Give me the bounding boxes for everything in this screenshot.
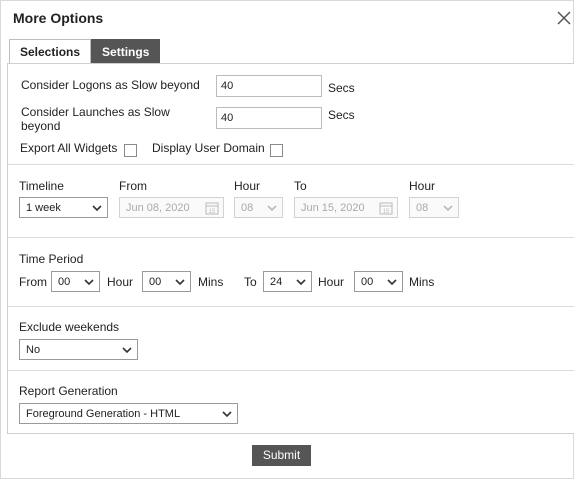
- tab-settings[interactable]: Settings: [91, 39, 161, 64]
- timeline-select[interactable]: 1 week: [19, 197, 108, 218]
- dialog-title: More Options: [13, 10, 104, 26]
- chevron-down-icon: [122, 347, 132, 354]
- period-mins-label-2: Mins: [409, 275, 435, 289]
- divider: [8, 237, 574, 238]
- chevron-down-icon: [222, 411, 232, 418]
- period-to-label: To: [244, 275, 257, 289]
- exclude-weekends-select[interactable]: No: [19, 339, 138, 360]
- period-from-hour-select[interactable]: 00: [51, 271, 100, 292]
- report-generation-label: Report Generation: [19, 384, 118, 398]
- period-to-mins-value: 00: [361, 276, 374, 288]
- calendar-day: 15: [209, 209, 216, 215]
- to-date-picker[interactable]: Jun 15, 2020 15: [294, 197, 398, 218]
- from-hour-label: Hour: [234, 179, 261, 193]
- to-hour-label: Hour: [409, 179, 436, 193]
- to-date-value: Jun 15, 2020: [301, 202, 365, 214]
- to-hour-value: 08: [416, 202, 429, 214]
- chevron-down-icon: [175, 279, 185, 286]
- from-hour-select[interactable]: 08: [234, 197, 283, 218]
- tab-bar: Selections Settings: [9, 39, 161, 64]
- calendar-icon[interactable]: 15: [379, 201, 393, 215]
- chevron-down-icon: [387, 279, 397, 286]
- period-mins-label: Mins: [198, 275, 224, 289]
- calendar-day: 15: [383, 209, 390, 215]
- chevron-down-icon: [92, 205, 102, 212]
- exclude-weekends-label: Exclude weekends: [19, 320, 120, 334]
- chevron-down-icon: [267, 205, 277, 212]
- calendar-icon[interactable]: 15: [205, 201, 219, 215]
- chevron-down-icon: [443, 205, 453, 212]
- chevron-down-icon: [296, 279, 306, 286]
- period-from-label: From: [19, 275, 47, 289]
- divider: [8, 306, 574, 307]
- display-domain-label: Display User Domain: [152, 141, 265, 155]
- period-from-hour-value: 00: [58, 276, 71, 288]
- from-date-value: Jun 08, 2020: [126, 202, 190, 214]
- from-date-label: From: [119, 179, 147, 193]
- logons-unit: Secs: [328, 81, 355, 95]
- submit-button[interactable]: Submit: [252, 445, 311, 466]
- export-widgets-checkbox[interactable]: [124, 144, 137, 157]
- report-generation-value: Foreground Generation - HTML: [26, 408, 181, 420]
- close-icon[interactable]: [556, 10, 572, 26]
- from-hour-value: 08: [241, 202, 254, 214]
- export-widgets-label: Export All Widgets: [20, 141, 118, 155]
- from-date-picker[interactable]: Jun 08, 2020 15: [119, 197, 224, 218]
- report-generation-select[interactable]: Foreground Generation - HTML: [19, 403, 238, 424]
- exclude-weekends-value: No: [26, 344, 41, 356]
- to-date-label: To: [294, 179, 307, 193]
- more-options-dialog: More Options Selections Settings Conside…: [0, 0, 574, 479]
- timeline-value: 1 week: [26, 202, 61, 214]
- period-to-mins-select[interactable]: 00: [354, 271, 403, 292]
- period-hour-label-2: Hour: [318, 275, 345, 289]
- logons-threshold-label: Consider Logons as Slow beyond: [21, 78, 200, 92]
- period-from-mins-value: 00: [149, 276, 162, 288]
- logons-threshold-input[interactable]: [216, 75, 322, 97]
- display-domain-checkbox[interactable]: [270, 144, 283, 157]
- timeline-label: Timeline: [19, 179, 64, 193]
- launches-threshold-input[interactable]: [216, 107, 322, 129]
- time-period-label: Time Period: [19, 252, 84, 266]
- period-from-mins-select[interactable]: 00: [142, 271, 191, 292]
- divider: [8, 370, 574, 371]
- settings-panel: Consider Logons as Slow beyond Secs Cons…: [7, 63, 574, 434]
- launches-threshold-label: Consider Launches as Slow beyond: [21, 105, 170, 133]
- launches-unit: Secs: [328, 108, 355, 122]
- period-to-hour-value: 24: [270, 276, 283, 288]
- period-hour-label: Hour: [107, 275, 134, 289]
- to-hour-select[interactable]: 08: [409, 197, 459, 218]
- divider: [8, 164, 574, 165]
- chevron-down-icon: [84, 279, 94, 286]
- tab-selections[interactable]: Selections: [9, 39, 92, 64]
- period-to-hour-select[interactable]: 24: [263, 271, 312, 292]
